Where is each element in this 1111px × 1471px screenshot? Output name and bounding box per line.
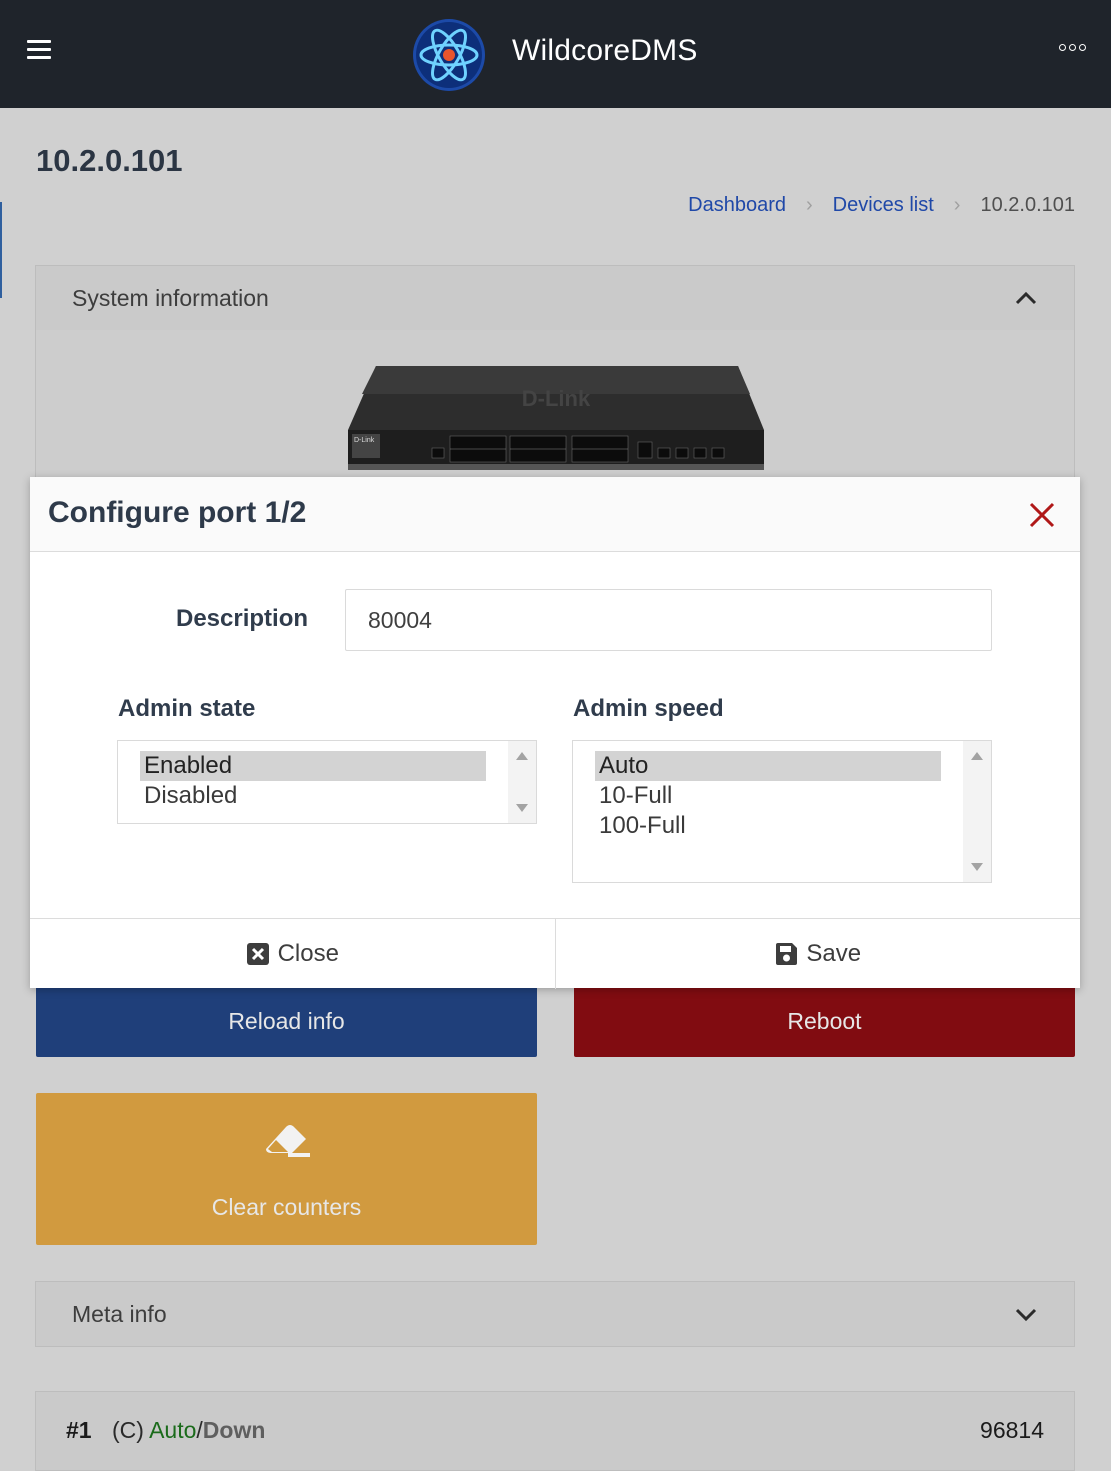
more-options-icon[interactable]: [1059, 44, 1086, 51]
admin-state-option[interactable]: Disabled: [140, 781, 486, 811]
modal-title: Configure port 1/2: [48, 496, 307, 529]
admin-state-select[interactable]: Enabled Disabled: [117, 740, 537, 824]
configure-port-modal: Configure port 1/2 Description Admin sta…: [30, 477, 1080, 989]
reload-info-button[interactable]: Reload info: [36, 986, 537, 1057]
reload-info-label: Reload info: [228, 1008, 345, 1034]
app-title: WildcoreDMS: [512, 34, 698, 67]
port-number: #1: [66, 1417, 92, 1443]
save-icon: [776, 943, 798, 965]
scroll-down-icon[interactable]: [516, 804, 528, 812]
breadcrumb-devices-list[interactable]: Devices list: [833, 194, 934, 217]
close-square-icon: [246, 943, 269, 965]
hamburger-menu-icon[interactable]: [27, 40, 51, 60]
scroll-down-icon[interactable]: [971, 863, 983, 871]
scroll-up-icon[interactable]: [516, 752, 528, 760]
eraser-icon: [266, 1125, 310, 1157]
port-speed: Auto: [149, 1417, 197, 1443]
breadcrumb: Dashboard › Devices list › 10.2.0.101: [688, 194, 1075, 217]
port-description: 96814: [980, 1417, 1044, 1443]
admin-speed-option[interactable]: 10-Full: [595, 781, 941, 811]
meta-info-title: Meta info: [72, 1300, 167, 1327]
chevron-down-icon[interactable]: [1014, 1302, 1038, 1326]
admin-speed-option[interactable]: Auto: [595, 751, 941, 781]
meta-info-card[interactable]: Meta info: [35, 1281, 1075, 1347]
close-button-label: Close: [277, 940, 339, 967]
modal-header: Configure port 1/2: [30, 477, 1080, 552]
description-label: Description: [176, 605, 309, 632]
reboot-label: Reboot: [787, 1008, 862, 1034]
svg-text:D-Link: D-Link: [522, 386, 591, 411]
scroll-up-icon[interactable]: [971, 752, 983, 760]
save-button[interactable]: Save: [554, 919, 1081, 989]
device-image: D-Link D-Link: [348, 366, 764, 470]
port-state: Down: [202, 1417, 266, 1443]
system-info-header[interactable]: System information: [36, 266, 1074, 330]
svg-text:D-Link: D-Link: [354, 437, 375, 444]
close-button[interactable]: Close: [30, 919, 555, 989]
admin-speed-label: Admin speed: [573, 695, 724, 722]
chevron-up-icon[interactable]: [1014, 286, 1038, 310]
meta-info-header[interactable]: Meta info: [36, 1282, 1074, 1346]
clear-counters-button[interactable]: Clear counters: [36, 1093, 537, 1245]
chevron-right-icon: ›: [953, 194, 961, 216]
breadcrumb-current: 10.2.0.101: [980, 194, 1075, 216]
chevron-right-icon: ›: [805, 194, 813, 216]
page-title: 10.2.0.101: [36, 143, 183, 178]
breadcrumb-dashboard[interactable]: Dashboard: [688, 194, 786, 217]
description-input[interactable]: [345, 589, 992, 651]
admin-speed-select[interactable]: Auto 10-Full 100-Full: [572, 740, 992, 883]
save-button-label: Save: [806, 940, 862, 967]
admin-speed-option[interactable]: 100-Full: [595, 811, 941, 841]
admin-state-label: Admin state: [118, 695, 256, 722]
clear-counters-label: Clear counters: [211, 1194, 362, 1220]
port-row[interactable]: #1 (C) Auto/Down 96814: [35, 1391, 1075, 1471]
close-icon[interactable]: [1029, 502, 1055, 528]
top-bar: WildcoreDMS: [0, 0, 1111, 108]
modal-footer: Close Save: [30, 918, 1080, 989]
admin-state-option[interactable]: Enabled: [140, 751, 486, 781]
admin-state-scrollbar[interactable]: [508, 741, 536, 823]
system-info-title: System information: [72, 284, 269, 311]
port-mode: (C) Auto/Down: [112, 1417, 265, 1444]
side-marker: [0, 202, 2, 298]
reboot-button[interactable]: Reboot: [574, 986, 1075, 1057]
port-prefix: (C): [112, 1417, 144, 1443]
admin-speed-scrollbar[interactable]: [963, 741, 991, 882]
atom-logo-icon: [413, 19, 485, 91]
